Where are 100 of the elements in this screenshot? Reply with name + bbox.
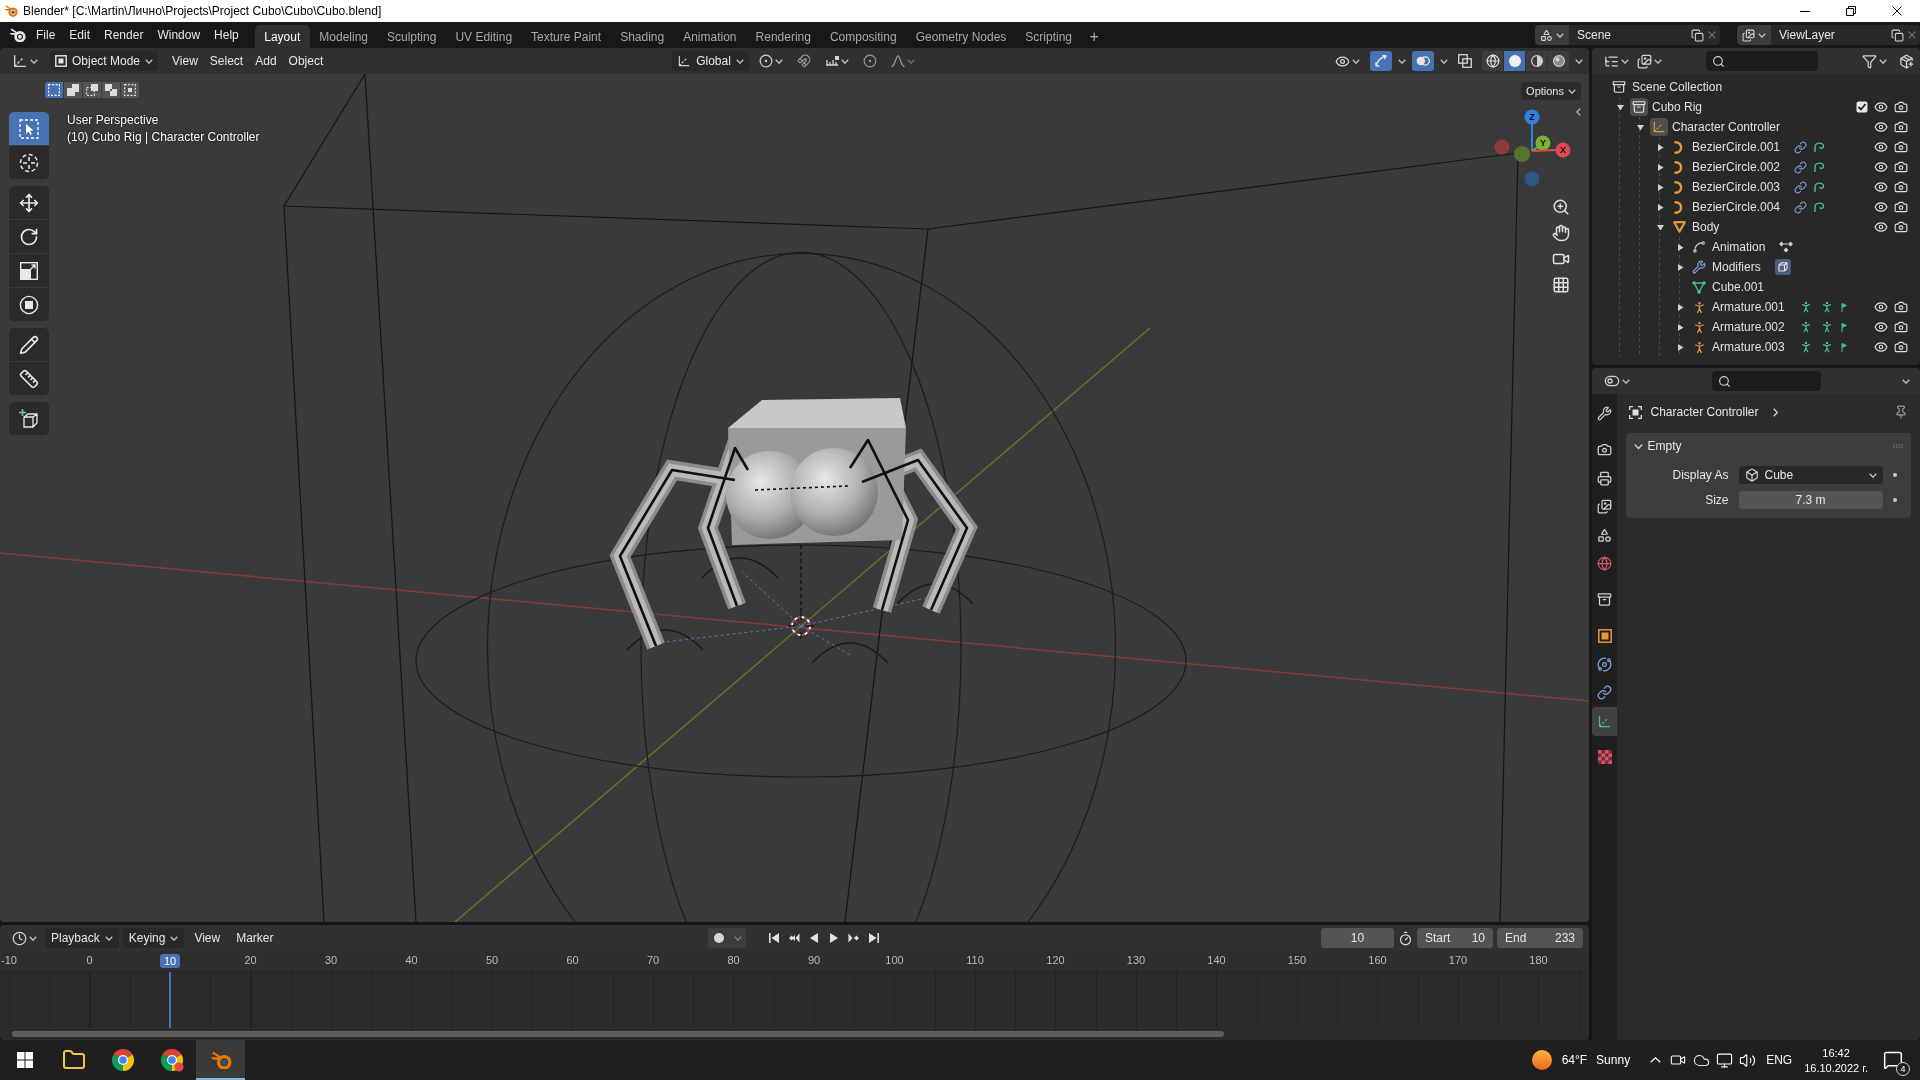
hook-curve-icon[interactable] bbox=[1814, 201, 1826, 213]
caret-icon[interactable] bbox=[840, 58, 849, 64]
select-mode-button[interactable] bbox=[121, 82, 139, 98]
orientation-dropdown[interactable]: Global bbox=[672, 51, 749, 71]
input-language[interactable]: ENG bbox=[1766, 1053, 1793, 1067]
tool-button[interactable] bbox=[9, 362, 49, 395]
expand-triangle-icon[interactable] bbox=[1676, 303, 1684, 311]
menu-dropdown[interactable]: Playback bbox=[45, 928, 119, 948]
caret-icon[interactable] bbox=[774, 58, 783, 64]
search-field[interactable] bbox=[1711, 371, 1821, 391]
caret-icon[interactable] bbox=[1758, 32, 1766, 38]
camera-icon[interactable] bbox=[1894, 160, 1908, 174]
camera-icon[interactable] bbox=[1894, 300, 1908, 314]
outliner-item-label[interactable]: Modifiers bbox=[1712, 260, 1761, 274]
search-field[interactable] bbox=[1706, 51, 1818, 71]
camera-icon[interactable] bbox=[1894, 340, 1908, 354]
outliner-item-label[interactable]: Armature.003 bbox=[1712, 340, 1785, 354]
camera-icon[interactable] bbox=[1894, 180, 1908, 194]
menu-item[interactable]: View bbox=[166, 51, 204, 71]
caret-icon[interactable] bbox=[1575, 58, 1583, 64]
view-layer-selector[interactable]: ViewLayer bbox=[1737, 25, 1920, 45]
menu-item[interactable]: Window bbox=[150, 24, 208, 46]
menu-item[interactable]: Help bbox=[207, 24, 246, 46]
menu-item[interactable]: Object bbox=[282, 51, 330, 71]
eye-icon[interactable] bbox=[1874, 320, 1888, 334]
caret-icon[interactable] bbox=[1556, 32, 1564, 38]
shading-button[interactable] bbox=[1504, 51, 1525, 71]
expand-triangle-icon[interactable] bbox=[1656, 143, 1664, 151]
close-icon[interactable] bbox=[1908, 31, 1916, 39]
properties-tab[interactable] bbox=[1592, 707, 1617, 736]
expand-triangle-icon[interactable] bbox=[1636, 123, 1644, 131]
link-icon[interactable] bbox=[1794, 180, 1808, 194]
outliner-item-label[interactable]: Animation bbox=[1712, 240, 1766, 254]
select-mode-button[interactable] bbox=[102, 82, 120, 98]
workspace-tab[interactable]: UV Editing bbox=[445, 25, 522, 48]
expand-triangle-icon[interactable] bbox=[1676, 323, 1684, 331]
workspace-tab[interactable]: Compositing bbox=[820, 25, 907, 48]
checkbox[interactable] bbox=[1856, 101, 1868, 113]
menu-item[interactable]: Add bbox=[249, 51, 283, 71]
outliner-item-label[interactable]: Armature.002 bbox=[1712, 320, 1785, 334]
expand-triangle-icon[interactable] bbox=[1616, 103, 1624, 111]
tool-button[interactable] bbox=[9, 288, 49, 321]
caret-icon[interactable] bbox=[1568, 88, 1576, 94]
chevron-up-icon[interactable] bbox=[1650, 1057, 1662, 1063]
options-button[interactable]: Options bbox=[1521, 82, 1581, 100]
tool-button[interactable] bbox=[9, 146, 49, 179]
view-layer-browse-button[interactable] bbox=[1737, 25, 1771, 45]
toggle-button[interactable] bbox=[1412, 51, 1434, 71]
eye-icon[interactable] bbox=[1874, 300, 1888, 314]
app-menu-button[interactable] bbox=[9, 27, 26, 43]
expand-triangle-icon[interactable] bbox=[1656, 203, 1664, 211]
clock-time[interactable]: 16:42 bbox=[1822, 1046, 1850, 1059]
camera-icon[interactable] bbox=[1894, 320, 1908, 334]
keyframe-dot-icon[interactable] bbox=[1892, 473, 1897, 477]
copy-icon[interactable] bbox=[1891, 28, 1904, 42]
add-workspace-button[interactable]: + bbox=[1081, 25, 1107, 48]
caret-icon[interactable] bbox=[1352, 58, 1360, 64]
expand-triangle-icon[interactable] bbox=[1656, 163, 1664, 171]
caret-icon[interactable] bbox=[1654, 58, 1662, 64]
menu-item[interactable]: Select bbox=[203, 51, 250, 71]
keyframe-icon[interactable] bbox=[1779, 241, 1794, 253]
outliner-item-label[interactable]: Cubo Rig bbox=[1652, 100, 1703, 114]
eye-icon[interactable] bbox=[1874, 200, 1888, 214]
tool-button[interactable] bbox=[9, 220, 49, 253]
eye-icon[interactable] bbox=[1874, 140, 1888, 154]
zoom-icon[interactable] bbox=[1552, 198, 1570, 216]
eye-icon[interactable] bbox=[1874, 120, 1888, 134]
workspace-tab[interactable]: Scripting bbox=[1015, 25, 1082, 48]
current-frame-badge[interactable]: 10 bbox=[159, 954, 181, 968]
outliner-item-label[interactable]: BezierCircle.001 bbox=[1692, 140, 1781, 154]
camera-icon[interactable] bbox=[1894, 220, 1908, 234]
pin-icon[interactable] bbox=[1894, 405, 1908, 419]
hook-curve-icon[interactable] bbox=[1814, 141, 1826, 153]
menu-item[interactable]: Edit bbox=[62, 24, 98, 46]
shading-button[interactable] bbox=[1482, 51, 1503, 71]
link-icon[interactable] bbox=[1794, 200, 1808, 214]
display-dropdown[interactable]: Cube bbox=[1738, 466, 1883, 484]
eye-icon[interactable] bbox=[1874, 180, 1888, 194]
folder-icon[interactable] bbox=[61, 1048, 86, 1072]
camera-icon[interactable] bbox=[1894, 100, 1908, 114]
caret-icon[interactable] bbox=[735, 58, 744, 64]
close-icon[interactable] bbox=[1708, 31, 1716, 39]
current-frame-field[interactable]: 10 bbox=[1321, 928, 1394, 948]
outliner-item-label[interactable]: BezierCircle.004 bbox=[1692, 200, 1781, 214]
toggle-button[interactable] bbox=[1370, 51, 1392, 71]
notification-icon[interactable] bbox=[1883, 1050, 1903, 1070]
auto-keying-button[interactable] bbox=[707, 928, 730, 948]
expand-triangle-icon[interactable] bbox=[1676, 343, 1684, 351]
caret-icon[interactable] bbox=[30, 58, 38, 64]
menu-item[interactable]: View bbox=[188, 928, 227, 948]
outliner-item-label[interactable]: Armature.001 bbox=[1712, 300, 1785, 314]
expand-triangle-icon[interactable] bbox=[1656, 223, 1664, 231]
workspace-tab[interactable]: Rendering bbox=[746, 25, 821, 48]
workspace-tab[interactable]: Shading bbox=[610, 25, 674, 48]
tool-button[interactable] bbox=[9, 328, 49, 361]
caret-icon[interactable] bbox=[1440, 58, 1448, 64]
caret-icon[interactable] bbox=[1398, 58, 1406, 64]
sun-icon[interactable] bbox=[1531, 1050, 1552, 1070]
scene-selector[interactable]: Scene bbox=[1535, 25, 1720, 45]
view-layer-name-field[interactable]: ViewLayer bbox=[1775, 28, 1887, 42]
